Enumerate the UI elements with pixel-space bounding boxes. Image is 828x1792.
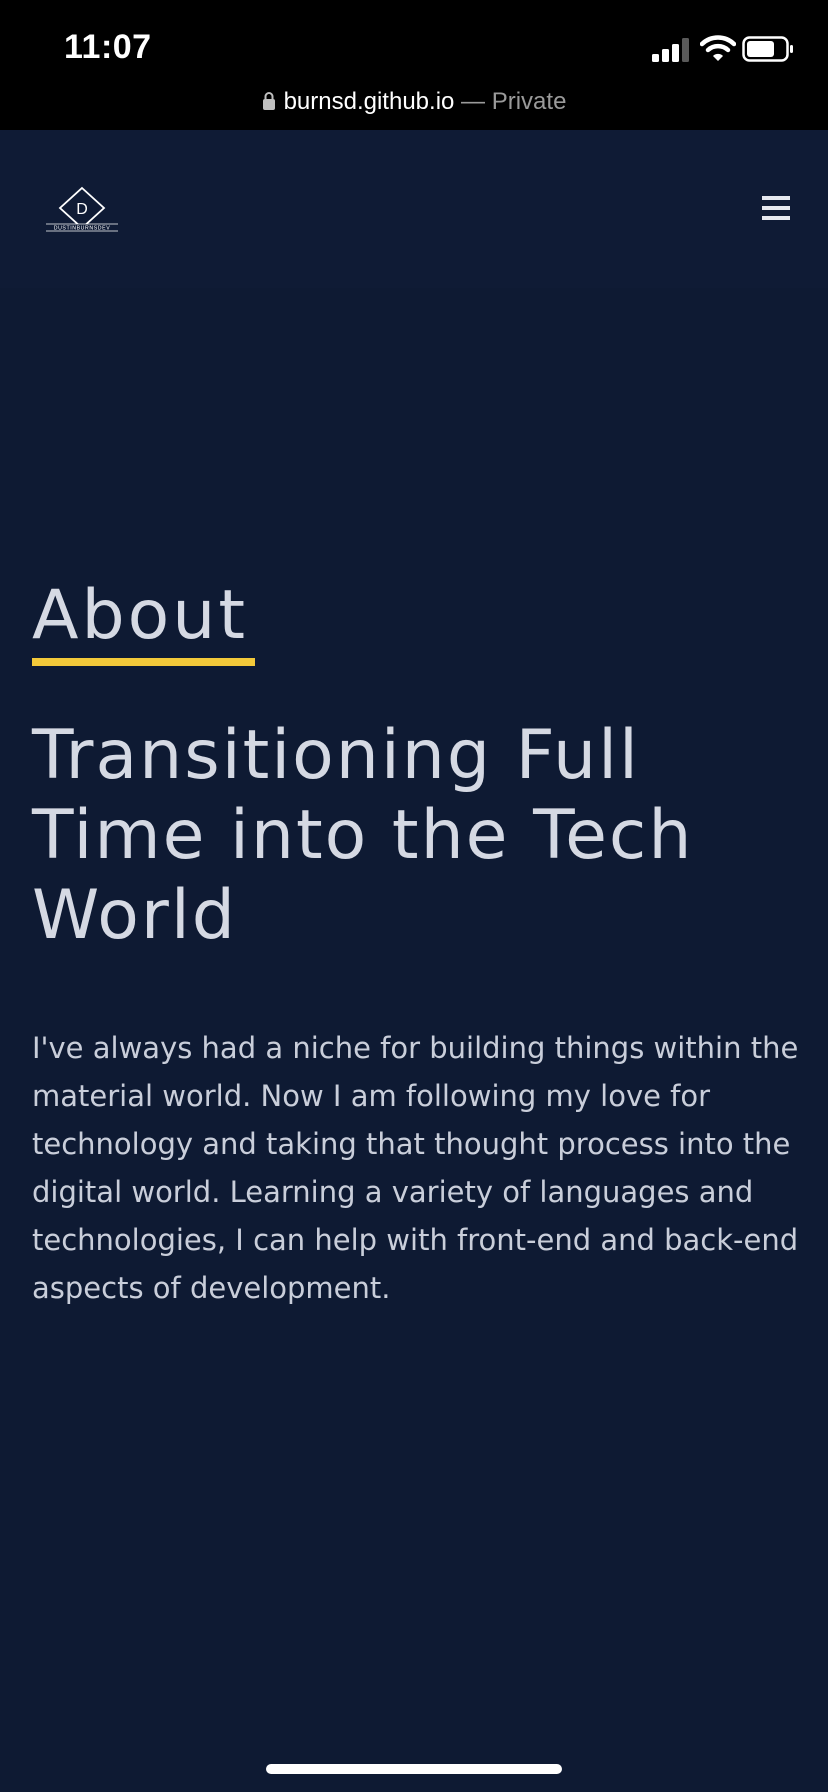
page-title: Transitioning Full Time into the Tech Wo… <box>32 716 694 955</box>
lock-icon <box>262 91 275 110</box>
cellular-signal-icon <box>652 38 689 62</box>
home-indicator[interactable] <box>266 1764 562 1774</box>
hamburger-menu-icon[interactable] <box>762 196 798 228</box>
url-separator: — <box>454 88 492 115</box>
heading-underline <box>32 658 255 666</box>
logo-letter: D <box>76 201 88 218</box>
site-header: D DUSTINBURNSDEV <box>0 130 828 288</box>
screen: 11:07 burnsd.github.io — Private D DUSTI… <box>0 0 828 1792</box>
battery-icon <box>742 36 793 62</box>
section-heading-about: About <box>32 576 249 655</box>
wifi-icon <box>700 35 736 61</box>
url-text: burnsd.github.io <box>283 88 455 115</box>
logo-icon[interactable]: D DUSTINBURNSDEV <box>44 186 120 234</box>
logo-wordmark: DUSTINBURNSDEV <box>54 226 111 232</box>
bio-paragraph: I've always had a niche for building thi… <box>32 1031 799 1305</box>
private-label: Private <box>491 88 567 115</box>
address-bar[interactable]: burnsd.github.io — Private <box>0 84 828 120</box>
status-time: 11:07 <box>64 28 152 66</box>
status-bar: 11:07 burnsd.github.io — Private <box>0 0 828 130</box>
